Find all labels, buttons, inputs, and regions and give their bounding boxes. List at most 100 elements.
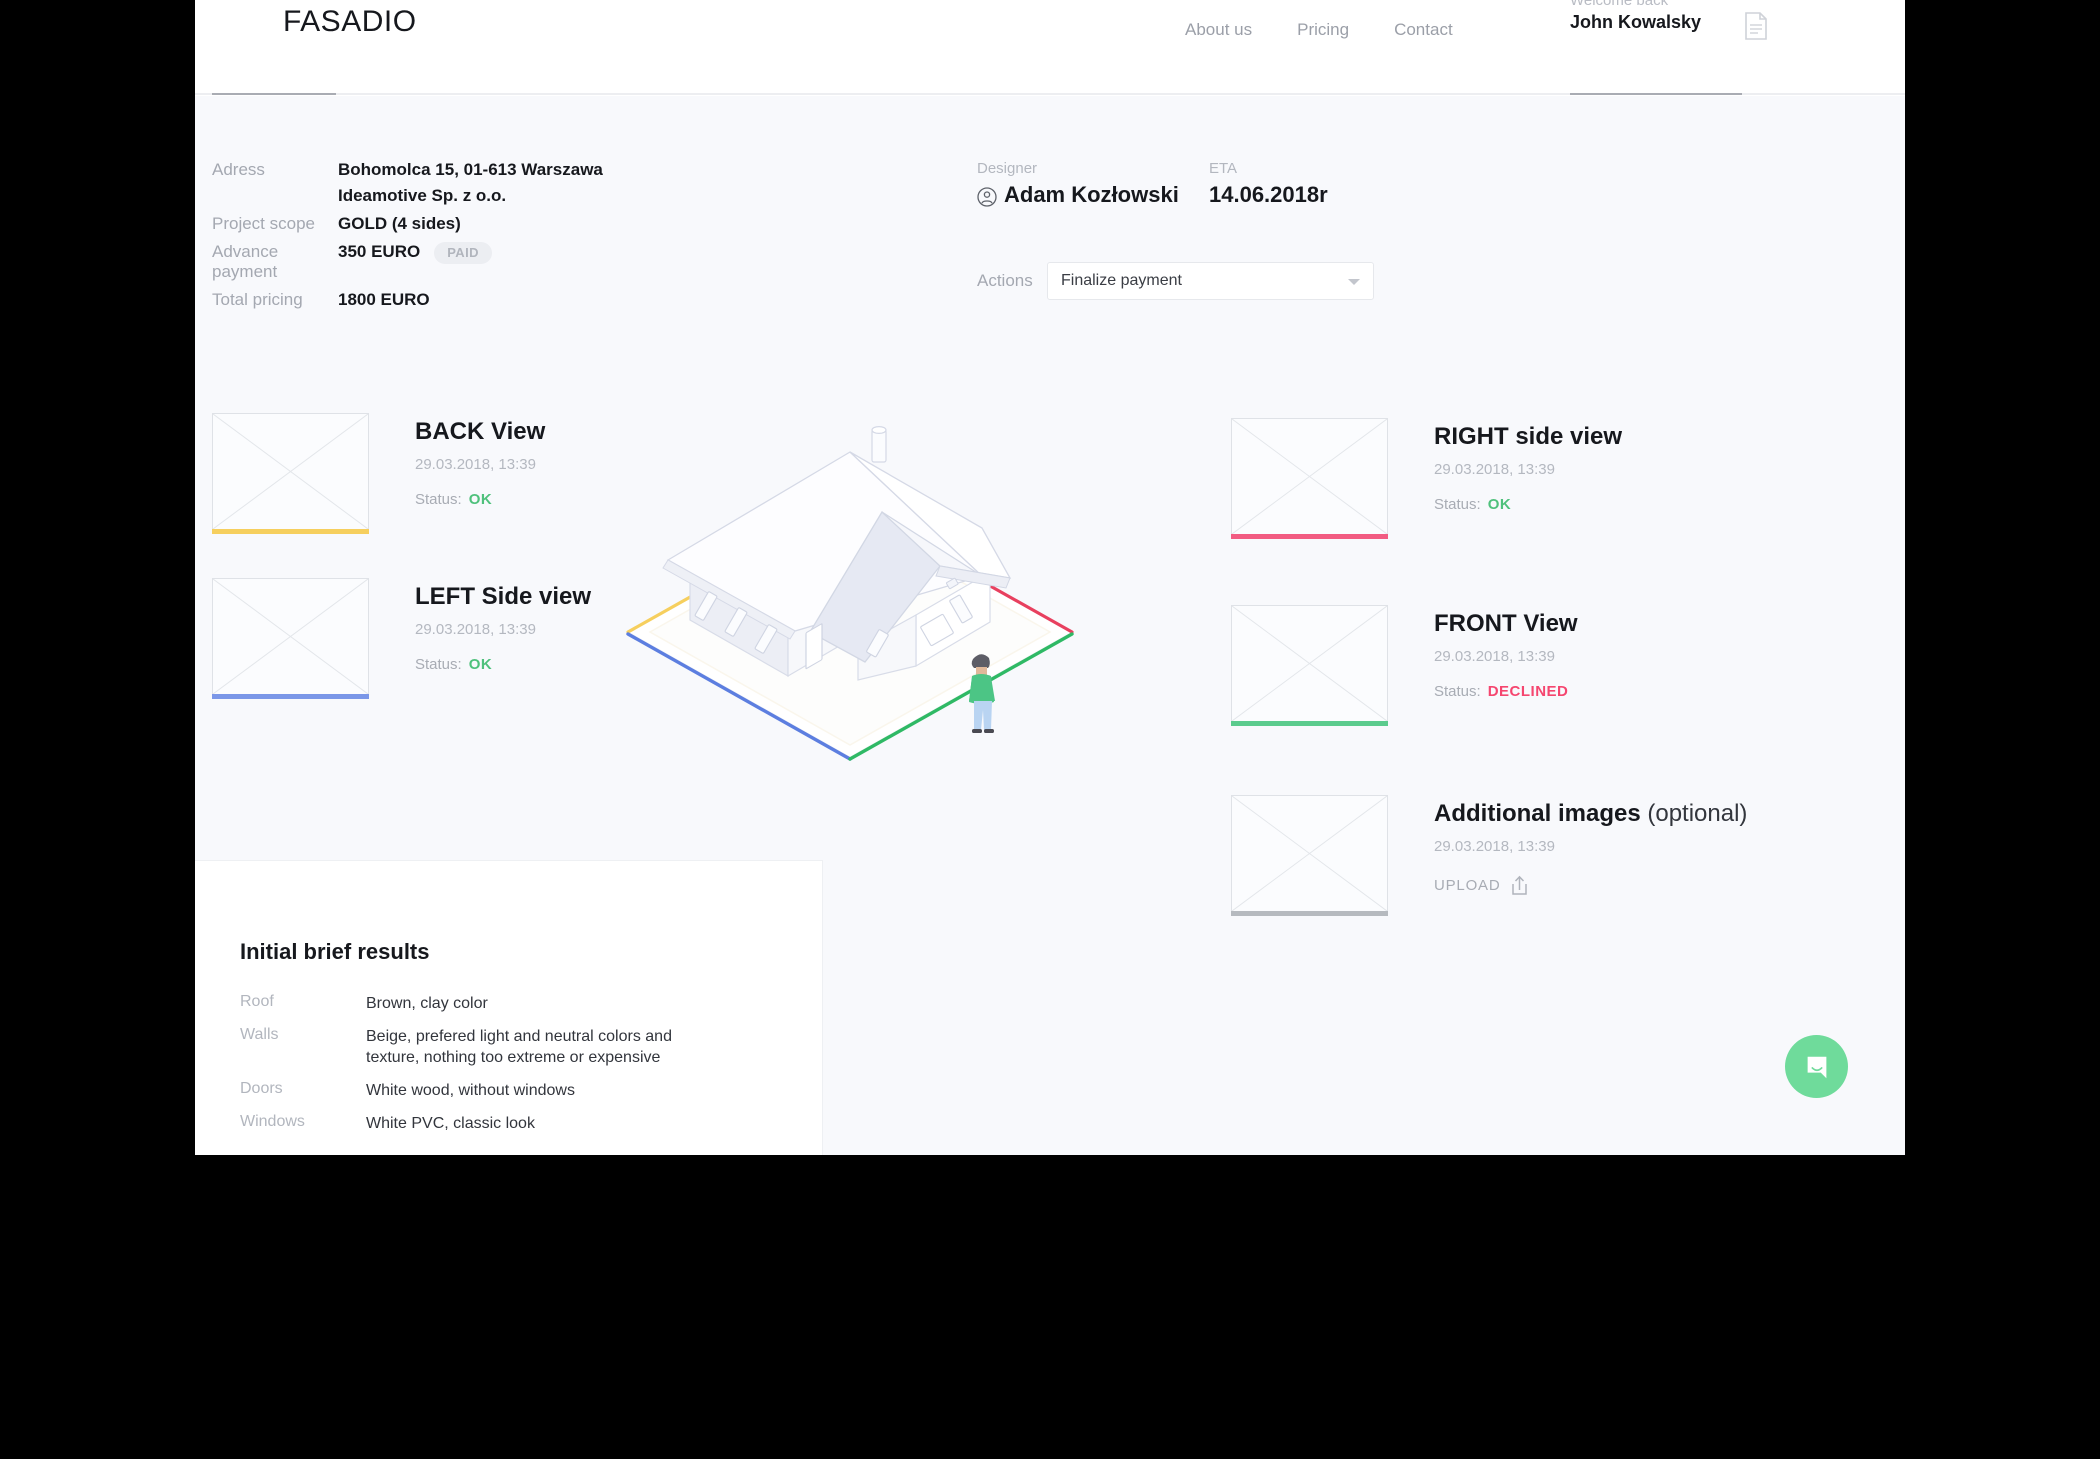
thumbnail-placeholder-right[interactable] bbox=[1231, 418, 1388, 539]
nav-item-pricing[interactable]: Pricing bbox=[1297, 20, 1349, 40]
brief-row-doors: Doors White wood, without windows bbox=[240, 1080, 760, 1101]
total-pricing-value: 1800 EURO bbox=[338, 290, 430, 309]
view-title-front: FRONT View bbox=[1434, 610, 1578, 637]
paid-status-badge: PAID bbox=[434, 242, 492, 264]
status-label-front: Status: bbox=[1434, 683, 1481, 700]
status-label-right: Status: bbox=[1434, 496, 1481, 513]
chevron-down-icon bbox=[1348, 279, 1360, 285]
status-value-left: OK bbox=[468, 656, 493, 673]
brief-row-roof: Roof Brown, clay color bbox=[240, 993, 760, 1014]
brief-rows: Roof Brown, clay color Walls Beige, pref… bbox=[240, 993, 760, 1146]
actions-label: Actions bbox=[977, 271, 1033, 290]
view-date-additional: 29.03.2018, 13:39 bbox=[1434, 838, 1555, 855]
app-page: FASADIO About us Pricing Contact Welcome… bbox=[195, 0, 1905, 1155]
user-name: John Kowalsky bbox=[1570, 12, 1702, 32]
view-title-additional: Additional images (optional) bbox=[1434, 799, 1747, 829]
actions-selected-value: Finalize payment bbox=[1061, 272, 1182, 289]
eta-block: ETA 14.06.2018r bbox=[1209, 158, 1328, 210]
accent-bar-right bbox=[1231, 534, 1388, 539]
view-status-right: Status: OK bbox=[1434, 496, 1622, 513]
accent-bar-front bbox=[1231, 721, 1388, 726]
view-card-front[interactable]: FRONT View 29.03.2018, 13:39 Status: DECL… bbox=[1231, 605, 1578, 726]
status-label-back: Status: bbox=[415, 491, 462, 508]
header-tab-underline-left bbox=[212, 93, 336, 95]
scope-label: Project scope bbox=[212, 214, 315, 233]
view-card-back[interactable]: BACK View 29.03.2018, 13:39 Status: OK bbox=[212, 413, 546, 534]
designer-eta-block: Designer Adam Kozłowski ETA 14.06.2018r bbox=[977, 158, 1407, 210]
status-label-left: Status: bbox=[415, 656, 462, 673]
view-card-additional-images[interactable]: Additional images (optional) 29.03.2018,… bbox=[1231, 795, 1747, 916]
detail-row-total-pricing: Total pricing 1800 EURO bbox=[212, 290, 603, 310]
detail-row-advance-payment: Advance payment 350 EURO PAID bbox=[212, 242, 603, 282]
isometric-house-illustration bbox=[610, 400, 1090, 800]
brief-key-windows: Windows bbox=[240, 1113, 305, 1130]
chat-bubble-icon bbox=[1807, 1056, 1826, 1078]
brief-row-walls: Walls Beige, prefered light and neutral … bbox=[240, 1026, 760, 1068]
view-card-right[interactable]: RIGHT side view 29.03.2018, 13:39 Status… bbox=[1231, 418, 1623, 539]
brief-panel-title: Initial brief results bbox=[240, 939, 430, 964]
brief-value-windows: White PVC, classic look bbox=[366, 1115, 535, 1132]
brand-logo[interactable]: FASADIO bbox=[283, 5, 417, 39]
total-pricing-label: Total pricing bbox=[212, 290, 303, 309]
address-value: Bohomolca 15, 01-613 Warszawa bbox=[338, 160, 603, 179]
eta-value: 14.06.2018r bbox=[1209, 182, 1328, 207]
view-date-right: 29.03.2018, 13:39 bbox=[1434, 461, 1555, 478]
address-company: Ideamotive Sp. z o.o. bbox=[338, 186, 507, 205]
user-avatar-icon bbox=[977, 185, 997, 207]
project-details: Adress Bohomolca 15, 01-613 Warszawa Ide… bbox=[212, 160, 603, 318]
view-date-front: 29.03.2018, 13:39 bbox=[1434, 648, 1555, 665]
thumbnail-placeholder-back[interactable] bbox=[212, 413, 369, 534]
designer-block: Designer Adam Kozłowski bbox=[977, 158, 1209, 210]
nav-item-contact[interactable]: Contact bbox=[1394, 20, 1453, 40]
brief-value-walls: Beige, prefered light and neutral colors… bbox=[366, 1028, 672, 1066]
advance-payment-label: Advance payment bbox=[212, 242, 279, 281]
advance-payment-value: 350 EURO bbox=[338, 242, 421, 261]
upload-label: UPLOAD bbox=[1434, 877, 1501, 894]
view-title-right: RIGHT side view bbox=[1434, 423, 1623, 450]
upload-button[interactable]: UPLOAD bbox=[1434, 875, 1747, 896]
actions-row: Actions Finalize payment bbox=[977, 262, 1374, 300]
designer-name-row: Adam Kozłowski bbox=[977, 180, 1209, 210]
nav-item-about-us[interactable]: About us bbox=[1185, 20, 1252, 40]
status-value-back: OK bbox=[468, 491, 493, 508]
site-header: FASADIO About us Pricing Contact Welcome… bbox=[195, 0, 1905, 96]
brief-key-doors: Doors bbox=[240, 1080, 283, 1097]
view-status-front: Status: DECLINED bbox=[1434, 683, 1578, 700]
initial-brief-panel: Initial brief results Roof Brown, clay c… bbox=[195, 860, 823, 1155]
status-value-right: OK bbox=[1487, 496, 1512, 513]
document-icon[interactable] bbox=[1744, 12, 1768, 40]
accent-bar-left bbox=[212, 694, 369, 699]
thumbnail-placeholder-front[interactable] bbox=[1231, 605, 1388, 726]
thumbnail-placeholder-additional[interactable] bbox=[1231, 795, 1388, 916]
view-status-left: Status: OK bbox=[415, 656, 591, 673]
view-card-left[interactable]: LEFT Side view 29.03.2018, 13:39 Status:… bbox=[212, 578, 591, 699]
brief-value-doors: White wood, without windows bbox=[366, 1082, 575, 1099]
view-status-back: Status: OK bbox=[415, 491, 545, 508]
upload-icon bbox=[1510, 875, 1529, 896]
accent-bar-additional bbox=[1231, 911, 1388, 916]
brief-value-roof: Brown, clay color bbox=[366, 995, 488, 1012]
actions-select[interactable]: Finalize payment bbox=[1047, 262, 1374, 300]
additional-title-main: Additional images bbox=[1434, 800, 1641, 827]
designer-label: Designer bbox=[977, 160, 1038, 177]
user-account-block[interactable]: Welcome back John Kowalsky bbox=[1570, 0, 1701, 34]
status-value-front: DECLINED bbox=[1487, 683, 1569, 700]
brief-row-windows: Windows White PVC, classic look bbox=[240, 1113, 760, 1134]
detail-row-scope: Project scope GOLD (4 sides) bbox=[212, 214, 603, 234]
thumbnail-placeholder-left[interactable] bbox=[212, 578, 369, 699]
main-navigation: About us Pricing Contact bbox=[1185, 20, 1453, 40]
additional-title-optional: (optional) bbox=[1640, 800, 1748, 827]
view-date-back: 29.03.2018, 13:39 bbox=[415, 456, 536, 473]
view-title-back: BACK View bbox=[415, 418, 546, 445]
chat-launcher-button[interactable] bbox=[1785, 1035, 1848, 1098]
address-label: Adress bbox=[212, 160, 265, 179]
brief-key-walls: Walls bbox=[240, 1026, 279, 1043]
detail-row-address: Adress Bohomolca 15, 01-613 Warszawa bbox=[212, 160, 603, 180]
brief-key-roof: Roof bbox=[240, 993, 274, 1010]
view-date-left: 29.03.2018, 13:39 bbox=[415, 621, 536, 638]
eta-label: ETA bbox=[1209, 160, 1238, 177]
accent-bar-back bbox=[212, 529, 369, 534]
designer-name: Adam Kozłowski bbox=[1004, 182, 1179, 207]
scope-value: GOLD (4 sides) bbox=[338, 214, 461, 233]
header-tab-underline-right bbox=[1570, 93, 1742, 95]
